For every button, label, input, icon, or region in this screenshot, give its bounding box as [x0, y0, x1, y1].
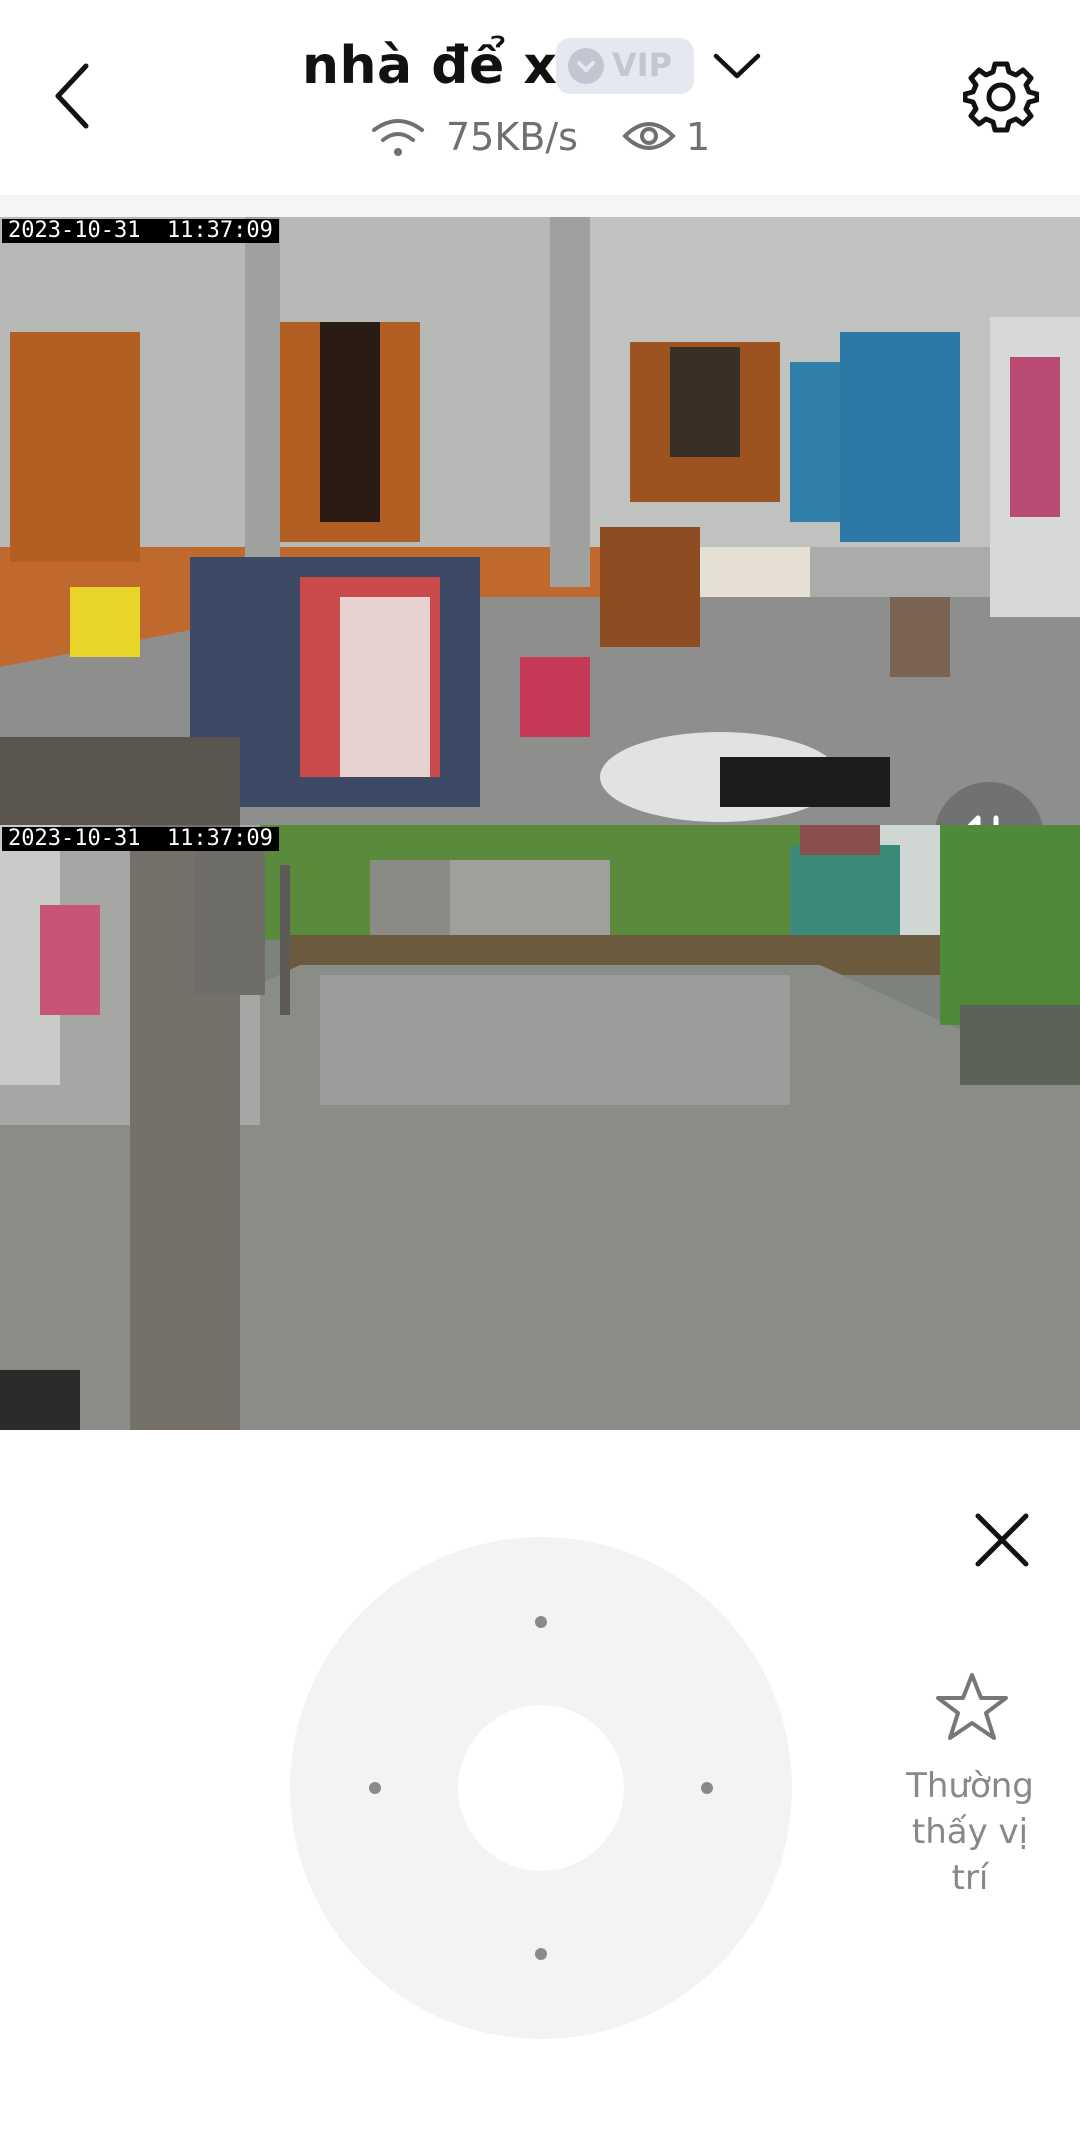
ptz-direction-pad[interactable]	[290, 1537, 792, 2039]
close-icon	[975, 1513, 1029, 1567]
page-title: nhà để xe	[302, 36, 594, 96]
swap-feeds-button[interactable]	[934, 782, 1044, 825]
ptz-center	[458, 1705, 624, 1871]
title-row: nhà để xe VIP	[0, 28, 1080, 108]
favorite-label-line: thấy vị	[911, 1812, 1029, 1852]
cloud-icon	[568, 48, 604, 84]
camera-feed-2[interactable]: 2023-10-31 11:37:09	[0, 825, 1080, 1430]
favorite-position-button[interactable]: Thường thấy vị trí	[880, 1665, 1060, 1915]
header: nhà để xe VIP 75KB/s 1	[0, 0, 1080, 195]
favorite-position-label: Thường thấy vị trí	[880, 1763, 1060, 1901]
feed-timestamp: 2023-10-31 11:37:09	[2, 219, 279, 243]
chevron-down-icon	[713, 53, 761, 79]
ptz-right-indicator[interactable]	[701, 1782, 713, 1794]
favorite-label-line: trí	[951, 1858, 989, 1898]
divider	[0, 195, 1080, 217]
ptz-down-indicator[interactable]	[535, 1948, 547, 1960]
camera-image-yard	[0, 825, 1080, 1430]
eye-icon	[622, 122, 676, 150]
feed-timestamp: 2023-10-31 11:37:09	[2, 827, 279, 851]
close-button[interactable]	[972, 1510, 1032, 1570]
stats-row: 75KB/s 1	[0, 110, 1080, 166]
camera-feed-1[interactable]: 2023-10-31 11:37:09	[0, 217, 1080, 825]
star-icon	[936, 1673, 1008, 1740]
viewer-count: 1	[686, 115, 711, 159]
vip-badge[interactable]: VIP	[556, 38, 694, 94]
ptz-left-indicator[interactable]	[369, 1782, 381, 1794]
ptz-up-indicator[interactable]	[535, 1616, 547, 1628]
swap-arrows-icon	[967, 815, 999, 825]
camera-image-porch	[0, 217, 1080, 825]
device-dropdown-button[interactable]	[710, 46, 764, 86]
wifi-icon	[372, 119, 424, 156]
bitrate-label: 75KB/s	[446, 115, 578, 159]
favorite-label-line: Thường	[906, 1766, 1034, 1806]
vip-label: VIP	[612, 46, 673, 84]
